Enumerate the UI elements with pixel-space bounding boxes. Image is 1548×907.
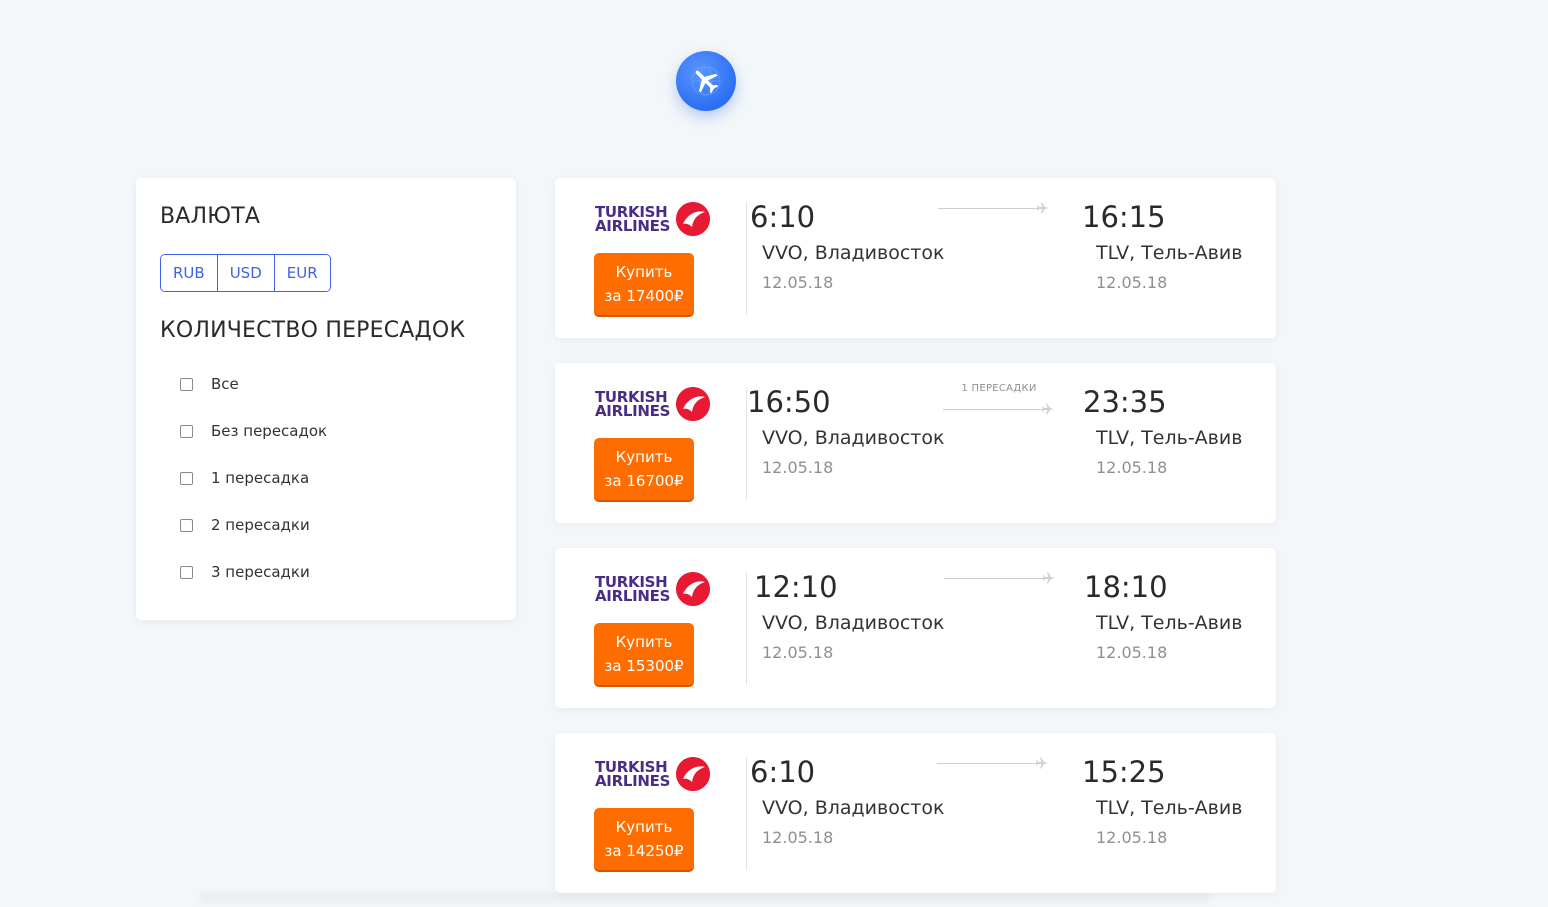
buy-button[interactable]: Купить за 16700₽: [594, 438, 694, 500]
arrival-time: 18:10: [1084, 570, 1168, 604]
plane-icon: [1042, 403, 1054, 415]
stop-option-label: 3 пересадки: [211, 563, 310, 581]
route-line: [937, 763, 1041, 764]
arrival-date: 12.05.18: [1096, 458, 1168, 477]
arrival-city: TLV, Тель-Авив: [1096, 242, 1243, 264]
airline-name-line2: AIRLINES: [595, 772, 671, 790]
arrival-date: 12.05.18: [1096, 273, 1168, 292]
arrival-time: 23:35: [1083, 385, 1167, 419]
departure-time: 6:10: [750, 200, 816, 234]
airline-name: TURKISH AIRLINES: [595, 205, 671, 235]
departure-city: VVO, Владивосток: [762, 242, 945, 264]
ticket-card: TURKISH AIRLINES Купить за 17400₽ 6:10 VVO, В…: [555, 178, 1276, 338]
arrival-city: TLV, Тель-Авив: [1096, 797, 1243, 819]
airline-name-line2: AIRLINES: [595, 217, 671, 235]
airline-logo: TURKISH AIRLINES: [595, 757, 711, 791]
airline-logo: TURKISH AIRLINES: [595, 572, 711, 606]
route-indicator: [937, 753, 1049, 777]
departure-time: 16:50: [747, 385, 831, 419]
stop-option-none[interactable]: Без пересадок: [180, 419, 327, 443]
stop-option-all[interactable]: Все: [180, 372, 239, 396]
departure-date: 12.05.18: [762, 458, 834, 477]
departure-city: VVO, Владивосток: [762, 797, 945, 819]
route-line: [943, 409, 1047, 410]
tulip-icon: [676, 202, 711, 236]
stop-option-label: 2 пересадки: [211, 516, 310, 534]
currency-switcher: RUB USD EUR: [160, 254, 331, 292]
currency-eur-button[interactable]: EUR: [274, 255, 330, 291]
buy-button-price: за 14250₽: [604, 842, 684, 860]
arrival-date: 12.05.18: [1096, 643, 1168, 662]
bottom-shadow: [200, 893, 1210, 907]
arrival-time: 15:25: [1082, 755, 1166, 789]
stop-option-2[interactable]: 2 пересадки: [180, 513, 310, 537]
arrival-city: TLV, Тель-Авив: [1096, 612, 1243, 634]
checkbox[interactable]: [180, 518, 193, 532]
airline-name-line2: AIRLINES: [595, 402, 671, 420]
currency-usd-button[interactable]: USD: [217, 255, 275, 291]
buy-button[interactable]: Купить за 14250₽: [594, 808, 694, 870]
tulip-icon: [676, 757, 711, 791]
stop-option-label: 1 пересадка: [211, 469, 310, 487]
airline-logo: TURKISH AIRLINES: [595, 202, 711, 236]
buy-button-label: Купить: [615, 633, 673, 651]
buy-button[interactable]: Купить за 17400₽: [594, 253, 694, 315]
airline-name: TURKISH AIRLINES: [595, 575, 671, 605]
currency-rub-button[interactable]: RUB: [161, 255, 218, 291]
departure-city: VVO, Владивосток: [762, 427, 945, 449]
departure-city: VVO, Владивосток: [762, 612, 945, 634]
checkbox[interactable]: [180, 377, 193, 391]
route-line: [938, 208, 1042, 209]
ticket-card: TURKISH AIRLINES Купить за 16700₽ 16:50 VVO, …: [555, 363, 1276, 523]
arrival-time: 16:15: [1082, 200, 1166, 234]
stop-option-3[interactable]: 3 пересадки: [180, 560, 310, 584]
currency-title: ВАЛЮТА: [160, 204, 261, 229]
plane-icon: [1036, 757, 1048, 769]
ticket-divider: [746, 572, 747, 685]
route-line: [944, 578, 1048, 579]
stop-option-label: Без пересадок: [211, 422, 328, 440]
route-indicator: 1 ПЕРЕСАДКИ: [943, 383, 1055, 415]
checkbox[interactable]: [180, 471, 193, 485]
tulip-icon: [676, 572, 711, 606]
stops-count: 1 ПЕРЕСАДКИ: [961, 383, 1037, 394]
route-indicator: [938, 198, 1050, 222]
tulip-icon: [676, 387, 711, 421]
departure-date: 12.05.18: [762, 273, 834, 292]
plane-globe-icon: [691, 66, 721, 96]
arrival-date: 12.05.18: [1096, 828, 1168, 847]
departure-time: 6:10: [750, 755, 816, 789]
stops-title: КОЛИЧЕСТВО ПЕРЕСАДОК: [160, 318, 466, 343]
filters-panel: ВАЛЮТА RUB USD EUR КОЛИЧЕСТВО ПЕРЕСАДОК …: [136, 178, 516, 620]
airline-name: TURKISH AIRLINES: [595, 390, 671, 420]
checkbox[interactable]: [180, 424, 193, 438]
airline-name-line2: AIRLINES: [595, 587, 671, 605]
buy-button-price: за 17400₽: [604, 287, 684, 305]
plane-icon: [1037, 202, 1049, 214]
buy-button-label: Купить: [615, 818, 673, 836]
departure-date: 12.05.18: [762, 643, 834, 662]
buy-button-label: Купить: [615, 448, 673, 466]
plane-icon: [1043, 572, 1055, 584]
buy-button-price: за 15300₽: [604, 657, 684, 675]
stop-option-label: Все: [211, 375, 239, 393]
airline-name: TURKISH AIRLINES: [595, 760, 671, 790]
checkbox[interactable]: [180, 565, 193, 579]
departure-time: 12:10: [754, 570, 838, 604]
arrival-city: TLV, Тель-Авив: [1096, 427, 1243, 449]
ticket-card: TURKISH AIRLINES Купить за 14250₽ 6:10 VVO, В…: [555, 733, 1276, 893]
airline-logo: TURKISH AIRLINES: [595, 387, 711, 421]
departure-date: 12.05.18: [762, 828, 834, 847]
buy-button-price: за 16700₽: [604, 472, 684, 490]
app-logo: [676, 51, 736, 111]
buy-button-label: Купить: [615, 263, 673, 281]
ticket-divider: [746, 202, 747, 315]
buy-button[interactable]: Купить за 15300₽: [594, 623, 694, 685]
stop-option-1[interactable]: 1 пересадка: [180, 466, 309, 490]
route-indicator: [944, 568, 1056, 592]
ticket-card: TURKISH AIRLINES Купить за 15300₽ 12:10 VVO, …: [555, 548, 1276, 708]
ticket-divider: [746, 757, 747, 870]
